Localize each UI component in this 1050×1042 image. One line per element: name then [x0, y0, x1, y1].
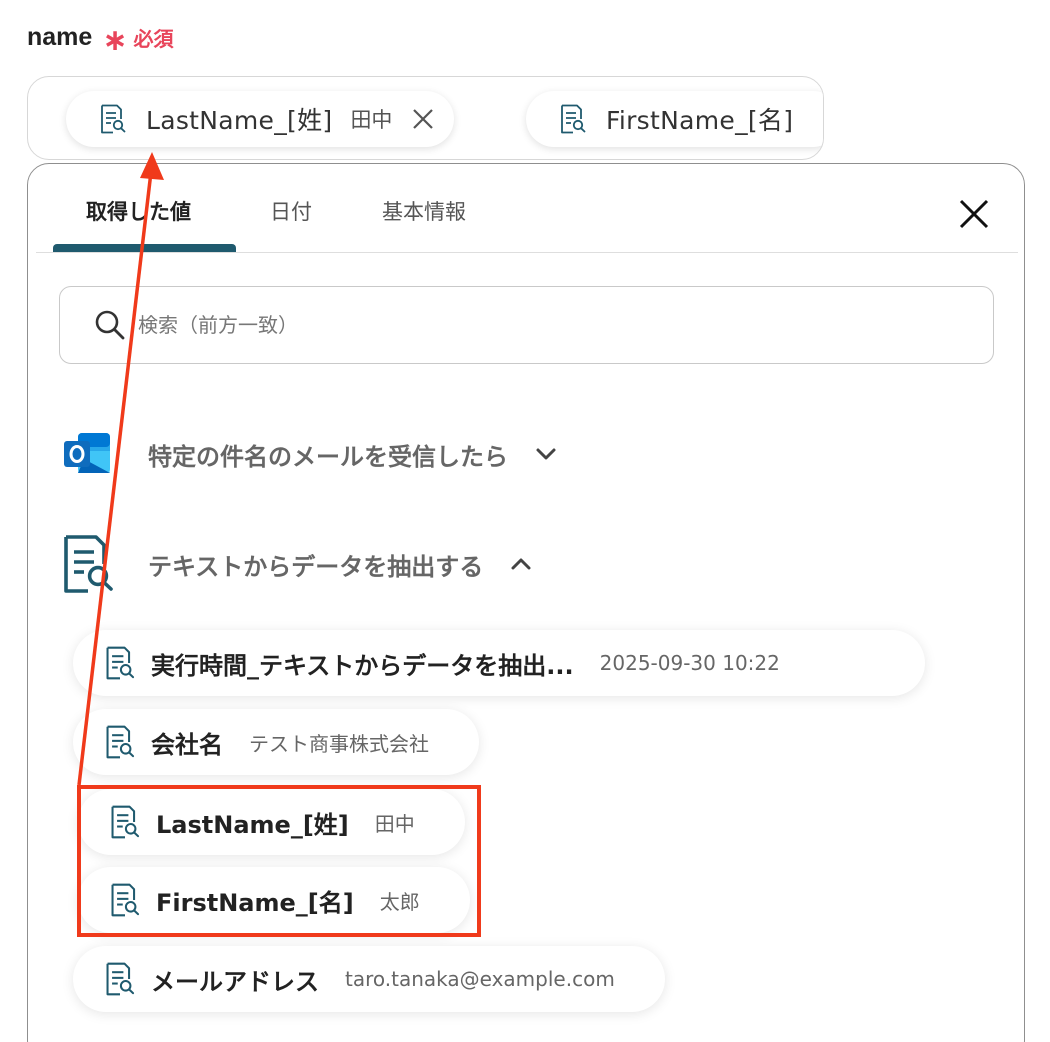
chip-remove-icon[interactable] — [410, 106, 436, 132]
chevron-down-icon[interactable] — [532, 440, 560, 468]
text-extract-icon — [105, 646, 135, 680]
item-label: FirstName_[名] — [156, 888, 354, 917]
item-label: 会社名 — [151, 730, 223, 759]
list-item-lastname[interactable]: LastName_[姓] 田中 — [78, 789, 465, 855]
section-title: テキストからデータを抽出する — [148, 552, 484, 581]
chip-label: FirstName_[名] — [606, 106, 794, 135]
item-label: メールアドレス — [151, 967, 319, 996]
active-tab-indicator — [53, 244, 236, 252]
field-label: name ∗ 必須 — [27, 22, 174, 56]
search-input[interactable] — [136, 312, 900, 338]
input-chip-lastname[interactable]: LastName_[姓] 田中 — [66, 91, 455, 147]
item-value: taro.tanaka@example.com — [345, 967, 615, 991]
value-picker-panel: 取得した値 日付 基本情報 特定の件名のメールを受信したら テキストからデー — [27, 163, 1025, 1042]
item-value: 太郎 — [379, 889, 420, 914]
outlook-icon — [64, 433, 110, 473]
section-outlook-trigger[interactable]: 特定の件名のメールを受信したら — [62, 429, 560, 479]
name-input-field[interactable]: LastName_[姓] 田中 FirstName_[名] — [27, 76, 824, 160]
section-text-extract[interactable]: テキストからデータを抽出する — [62, 534, 535, 594]
chip-label: LastName_[姓] — [146, 106, 333, 135]
text-extract-icon — [105, 725, 135, 759]
text-extract-icon — [100, 104, 126, 134]
input-chip-firstname[interactable]: FirstName_[名] — [526, 91, 823, 147]
required-text: 必須 — [133, 26, 174, 51]
required-star-icon: ∗ — [102, 23, 128, 58]
item-label: LastName_[姓] — [156, 810, 349, 839]
item-value: テスト商事株式会社 — [249, 731, 429, 756]
list-item-company-name[interactable]: 会社名 テスト商事株式会社 — [73, 709, 479, 775]
search-box[interactable] — [59, 286, 994, 364]
item-value: 田中 — [374, 811, 415, 836]
chip-value: 田中 — [350, 108, 393, 132]
text-extract-icon — [560, 104, 586, 134]
tab-date[interactable]: 日付 — [270, 196, 312, 226]
tab-basic-info[interactable]: 基本情報 — [382, 196, 466, 226]
list-item-execution-time[interactable]: 実行時間_テキストからデータを抽出... 2025-09-30 10:22 — [73, 630, 925, 696]
text-extract-icon — [105, 962, 135, 996]
section-title: 特定の件名のメールを受信したら — [148, 442, 508, 471]
list-item-firstname[interactable]: FirstName_[名] 太郎 — [78, 867, 470, 933]
item-label: 実行時間_テキストからデータを抽出... — [151, 651, 574, 680]
item-value: 2025-09-30 10:22 — [599, 651, 780, 675]
text-extract-icon — [62, 534, 114, 594]
search-icon — [95, 310, 125, 340]
tab-bar: 取得した値 日付 基本情報 — [36, 164, 1018, 253]
list-item-email[interactable]: メールアドレス taro.tanaka@example.com — [73, 946, 665, 1012]
field-label-text: name — [27, 22, 93, 51]
text-extract-icon — [110, 883, 140, 917]
text-extract-icon — [110, 805, 140, 839]
chevron-up-icon[interactable] — [507, 550, 535, 578]
close-icon[interactable] — [954, 194, 994, 234]
tab-retrieved-values[interactable]: 取得した値 — [86, 196, 191, 226]
